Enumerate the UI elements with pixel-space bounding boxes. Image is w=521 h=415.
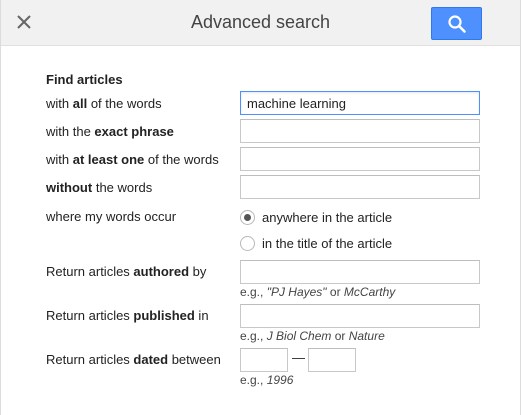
radio-title-label: in the title of the article xyxy=(262,235,393,251)
published-label: Return articles published in xyxy=(46,308,209,323)
date-to-input[interactable] xyxy=(308,348,356,372)
radio-title-button[interactable] xyxy=(240,235,255,251)
at-least-one-label: with at least one of the words xyxy=(46,152,219,167)
date-from-input[interactable] xyxy=(240,348,288,372)
search-icon xyxy=(448,15,466,33)
publication-input[interactable] xyxy=(240,304,480,328)
radio-title[interactable]: in the title of the article xyxy=(240,234,392,252)
date-hint: e.g., 1996 xyxy=(240,373,294,387)
date-separator: — xyxy=(292,350,305,365)
dialog-header: Advanced search xyxy=(1,0,520,46)
radio-anywhere-button[interactable] xyxy=(240,209,255,225)
dated-label: Return articles dated between xyxy=(46,352,221,367)
radio-anywhere[interactable]: anywhere in the article xyxy=(240,208,392,226)
where-words-occur-label: where my words occur xyxy=(46,209,177,224)
without-words-label: without the words xyxy=(46,180,153,195)
publication-hint: e.g., J Biol Chem or Nature xyxy=(240,329,385,343)
radio-anywhere-label: anywhere in the article xyxy=(262,209,393,225)
author-input[interactable] xyxy=(240,260,480,284)
without-words-input[interactable] xyxy=(240,175,480,199)
all-words-label: with all of the words xyxy=(46,96,162,111)
advanced-search-dialog: Advanced search Find articles with all o… xyxy=(0,0,521,415)
find-articles-heading: Find articles xyxy=(46,72,123,87)
search-button[interactable] xyxy=(431,7,482,40)
all-words-input[interactable] xyxy=(240,91,480,115)
at-least-one-input[interactable] xyxy=(240,147,480,171)
author-hint: e.g., "PJ Hayes" or McCarthy xyxy=(240,285,396,299)
authored-label: Return articles authored by xyxy=(46,264,207,279)
exact-phrase-input[interactable] xyxy=(240,119,480,143)
exact-phrase-label: with the exact phrase xyxy=(46,124,174,139)
